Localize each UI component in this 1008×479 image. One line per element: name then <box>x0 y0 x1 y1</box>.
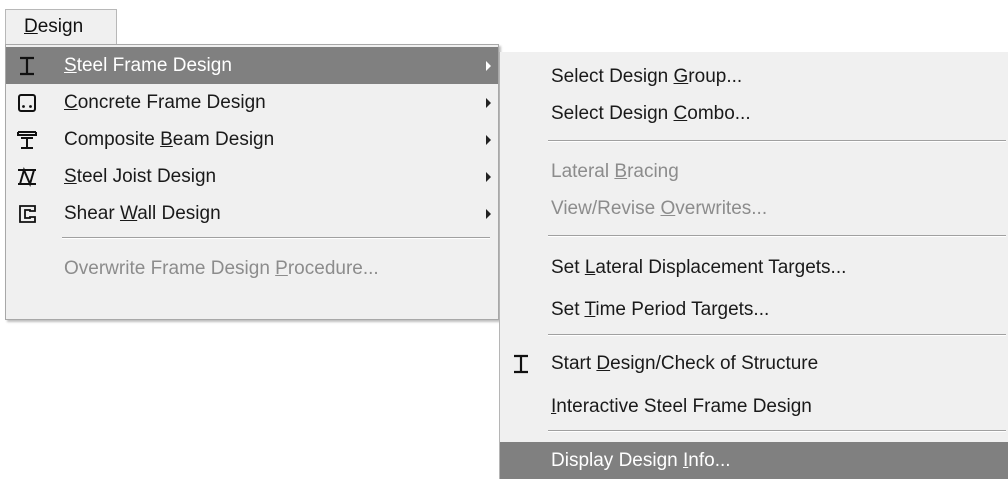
menu-item-label: Steel Joist Design <box>64 166 217 187</box>
submenu-arrow-icon <box>486 135 491 145</box>
menu-item-steel-frame-design[interactable]: Steel Frame Design <box>6 47 498 84</box>
steel-joist-icon <box>18 167 36 187</box>
menu-item-label: Composite Beam Design <box>64 129 275 150</box>
submenu-separator <box>548 235 1006 237</box>
submenu-item-label: Set Lateral Displacement Targets... <box>551 257 847 278</box>
submenu-item-set-time-period-targets[interactable]: Set Time Period Targets... <box>500 291 1008 328</box>
menu-design-label: esign <box>37 16 84 37</box>
shear-wall-icon <box>19 205 36 223</box>
menu-separator <box>62 237 490 239</box>
submenu-separator <box>548 334 1006 336</box>
submenu-arrow-icon <box>486 98 491 108</box>
submenu-item-label: Interactive Steel Frame Design <box>551 396 812 417</box>
composite-beam-icon <box>17 131 37 149</box>
steel-frame-design-submenu: Select Design Group... Select Design Com… <box>499 52 1008 479</box>
menu-item-steel-joist-design[interactable]: Steel Joist Design <box>6 158 498 195</box>
submenu-separator <box>548 430 1006 432</box>
submenu-item-label: Select Design Group... <box>551 66 743 87</box>
menu-item-label: Shear Wall Design <box>64 203 221 224</box>
menu-design[interactable]: Design <box>5 9 117 45</box>
submenu-item-select-design-group[interactable]: Select Design Group... <box>500 58 1008 95</box>
menu-item-shear-wall-design[interactable]: Shear Wall Design <box>6 195 498 232</box>
submenu-item-start-design-check[interactable]: Start Design/Check of Structure <box>500 345 1008 382</box>
submenu-item-view-revise-overwrites: View/Revise Overwrites... <box>500 190 1008 227</box>
concrete-section-icon <box>18 94 36 112</box>
menu-item-overwrite-procedure: Overwrite Frame Design Procedure... <box>6 250 498 287</box>
menu-item-composite-beam-design[interactable]: Composite Beam Design <box>6 121 498 158</box>
submenu-arrow-icon <box>486 172 491 182</box>
submenu-item-set-lateral-displacement-targets[interactable]: Set Lateral Displacement Targets... <box>500 249 1008 286</box>
submenu-item-label: Select Design Combo... <box>551 103 751 124</box>
submenu-item-select-design-combo[interactable]: Select Design Combo... <box>500 95 1008 132</box>
i-beam-icon <box>514 354 528 374</box>
submenu-item-label: View/Revise Overwrites... <box>551 198 768 219</box>
menu-item-concrete-frame-design[interactable]: Concrete Frame Design <box>6 84 498 121</box>
submenu-item-interactive-steel-frame-design[interactable]: Interactive Steel Frame Design <box>500 388 1008 425</box>
submenu-item-label: Display Design Info... <box>551 450 731 471</box>
submenu-item-label: Set Time Period Targets... <box>551 299 770 320</box>
menu-item-label: Steel Frame Design <box>64 55 232 76</box>
menu-item-label: Concrete Frame Design <box>64 92 266 113</box>
menu-item-label: Overwrite Frame Design Procedure... <box>64 258 379 279</box>
submenu-arrow-icon <box>486 209 491 219</box>
submenu-separator <box>548 140 1006 142</box>
i-beam-icon <box>20 56 34 76</box>
design-dropdown-menu: Steel Frame Design Concrete Frame Design… <box>5 44 499 320</box>
submenu-item-label: Start Design/Check of Structure <box>551 353 819 374</box>
submenu-item-label: Lateral Bracing <box>551 161 679 182</box>
submenu-item-lateral-bracing: Lateral Bracing <box>500 153 1008 190</box>
menu-design-mnemonic: D <box>24 16 38 37</box>
submenu-arrow-icon <box>486 61 491 71</box>
submenu-item-display-design-info[interactable]: Display Design Info... <box>500 442 1008 479</box>
